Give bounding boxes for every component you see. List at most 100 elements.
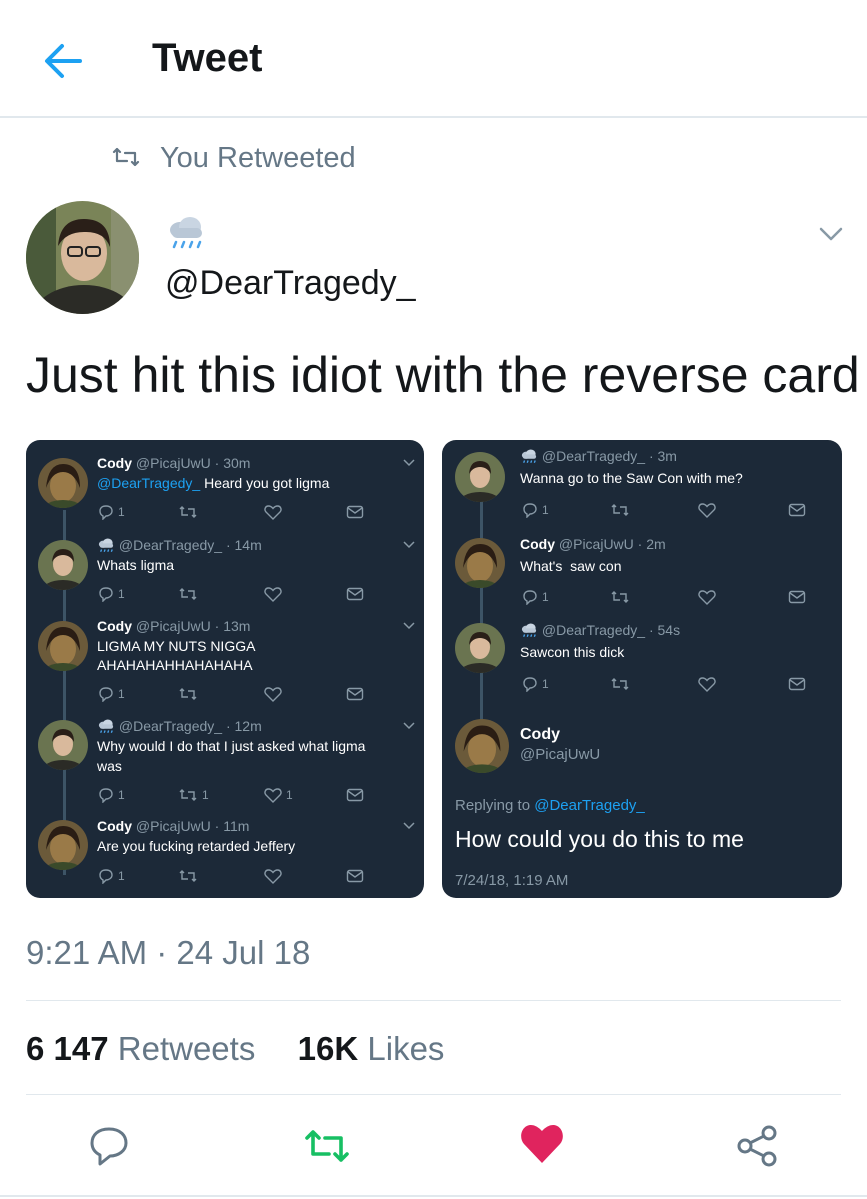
focused-author-handle: @PicajUwU xyxy=(520,746,601,763)
message-meta: @DearTragedy_ · 54s xyxy=(541,622,681,638)
reply-count: 1 xyxy=(118,687,125,701)
divider xyxy=(26,1094,841,1095)
reply-icon[interactable] xyxy=(87,1124,131,1168)
reply-icon[interactable] xyxy=(522,589,538,605)
retweet-count: 1 xyxy=(202,788,209,802)
message-actions: 1 xyxy=(26,868,424,888)
retweets-stat[interactable]: 6 147 Retweets xyxy=(26,1030,255,1067)
screenshot-right[interactable]: @DearTragedy_ · 3m Wanna go to the Saw C… xyxy=(442,440,842,898)
retweets-count: 6 147 xyxy=(26,1030,109,1067)
screenshot-left[interactable]: Cody @PicajUwU · 30m @DearTragedy_ Heard… xyxy=(26,440,424,898)
message-actions: 1 xyxy=(26,504,424,524)
message-meta: @PicajUwU · 11m xyxy=(135,818,250,834)
message-text: Sawcon this dick xyxy=(520,644,625,660)
message-text: LIGMA MY NUTS NIGGA xyxy=(97,638,256,654)
header-bar xyxy=(0,0,867,118)
likes-stat[interactable]: 16K Likes xyxy=(298,1030,445,1067)
focused-author-name: Cody xyxy=(520,726,560,743)
heart-icon[interactable] xyxy=(698,676,716,692)
retweet-icon[interactable] xyxy=(178,787,198,803)
reply-count: 1 xyxy=(118,788,125,802)
message-text-line2: was xyxy=(97,758,122,774)
message-actions: 1 xyxy=(442,502,842,522)
rain-cloud-emoji xyxy=(521,623,537,638)
message-text: Heard you got ligma xyxy=(200,475,330,491)
chevron-down-icon[interactable] xyxy=(402,458,416,467)
reply-count: 1 xyxy=(118,505,125,519)
message-meta: @PicajUwU · 30m xyxy=(135,455,251,471)
retweet-icon[interactable] xyxy=(178,504,198,520)
like-count: 1 xyxy=(286,788,293,802)
message-meta: @PicajUwU · 13m xyxy=(135,618,251,634)
dm-icon[interactable] xyxy=(788,589,806,605)
avatar-dear-tragedy xyxy=(455,623,505,673)
chevron-down-icon[interactable] xyxy=(818,226,844,242)
message-text: Whats ligma xyxy=(97,557,175,573)
message-actions: 1 xyxy=(442,589,842,609)
retweet-icon[interactable] xyxy=(178,686,198,702)
avatar-dear-tragedy xyxy=(38,540,88,590)
heart-icon[interactable] xyxy=(698,502,716,518)
message-mention: @DearTragedy_ xyxy=(97,475,201,491)
message-meta: @PicajUwU · 2m xyxy=(558,536,666,552)
replying-to-link[interactable]: @DearTragedy_ xyxy=(534,797,645,814)
dm-icon[interactable] xyxy=(788,676,806,692)
reply-count: 1 xyxy=(542,677,549,691)
message-actions: 1 1 1 xyxy=(26,787,424,807)
arrow-left-icon[interactable] xyxy=(40,38,86,84)
dm-icon[interactable] xyxy=(346,504,364,520)
author-handle[interactable]: @DearTragedy_ xyxy=(165,264,416,303)
message-actions: 1 xyxy=(26,686,424,706)
reply-count: 1 xyxy=(118,587,125,601)
message-author-name: Cody xyxy=(97,618,132,634)
message-actions: 1 xyxy=(26,586,424,606)
retweet-icon[interactable] xyxy=(610,589,630,605)
dm-icon[interactable] xyxy=(346,686,364,702)
chevron-down-icon[interactable] xyxy=(402,721,416,730)
rain-cloud-emoji xyxy=(170,217,202,249)
message-author-name: Cody xyxy=(97,455,132,471)
avatar-cody xyxy=(455,538,505,588)
tweet-text: Just hit this idiot with the reverse car… xyxy=(26,347,860,403)
retweet-icon[interactable] xyxy=(178,586,198,602)
message-meta: @DearTragedy_ · 12m xyxy=(118,718,262,734)
dm-icon[interactable] xyxy=(346,787,364,803)
heart-icon[interactable] xyxy=(264,868,282,884)
dm-icon[interactable] xyxy=(346,868,364,884)
dm-icon[interactable] xyxy=(346,586,364,602)
chevron-down-icon[interactable] xyxy=(402,540,416,549)
heart-icon[interactable] xyxy=(264,787,282,803)
heart-icon[interactable] xyxy=(264,504,282,520)
message-meta: @DearTragedy_ · 3m xyxy=(541,448,677,464)
retweet-banner-label: You Retweeted xyxy=(160,142,356,174)
reply-icon[interactable] xyxy=(98,787,114,803)
retweet-icon[interactable] xyxy=(178,868,198,884)
retweet-icon[interactable] xyxy=(303,1124,351,1168)
reply-icon[interactable] xyxy=(98,504,114,520)
likes-label: Likes xyxy=(367,1030,445,1067)
replying-to-prefix: Replying to xyxy=(455,797,535,814)
heart-icon[interactable] xyxy=(264,586,282,602)
reply-icon[interactable] xyxy=(98,686,114,702)
reply-icon[interactable] xyxy=(522,502,538,518)
share-icon[interactable] xyxy=(735,1124,779,1168)
divider xyxy=(26,1000,841,1001)
page-title: Tweet xyxy=(152,36,263,80)
author-avatar[interactable] xyxy=(26,201,139,314)
retweet-icon[interactable] xyxy=(610,676,630,692)
heart-icon[interactable] xyxy=(519,1122,565,1166)
retweet-icon xyxy=(112,147,140,167)
chevron-down-icon[interactable] xyxy=(402,621,416,630)
tweet-timestamp: 9:21 AM · 24 Jul 18 xyxy=(26,934,311,971)
heart-icon[interactable] xyxy=(264,686,282,702)
dm-icon[interactable] xyxy=(788,502,806,518)
reply-count: 1 xyxy=(542,503,549,517)
message-text: What's saw con xyxy=(520,558,622,574)
reply-icon[interactable] xyxy=(522,676,538,692)
message-text: Why would I do that I just asked what li… xyxy=(97,738,366,754)
reply-icon[interactable] xyxy=(98,868,114,884)
heart-icon[interactable] xyxy=(698,589,716,605)
retweet-icon[interactable] xyxy=(610,502,630,518)
reply-icon[interactable] xyxy=(98,586,114,602)
chevron-down-icon[interactable] xyxy=(402,821,416,830)
